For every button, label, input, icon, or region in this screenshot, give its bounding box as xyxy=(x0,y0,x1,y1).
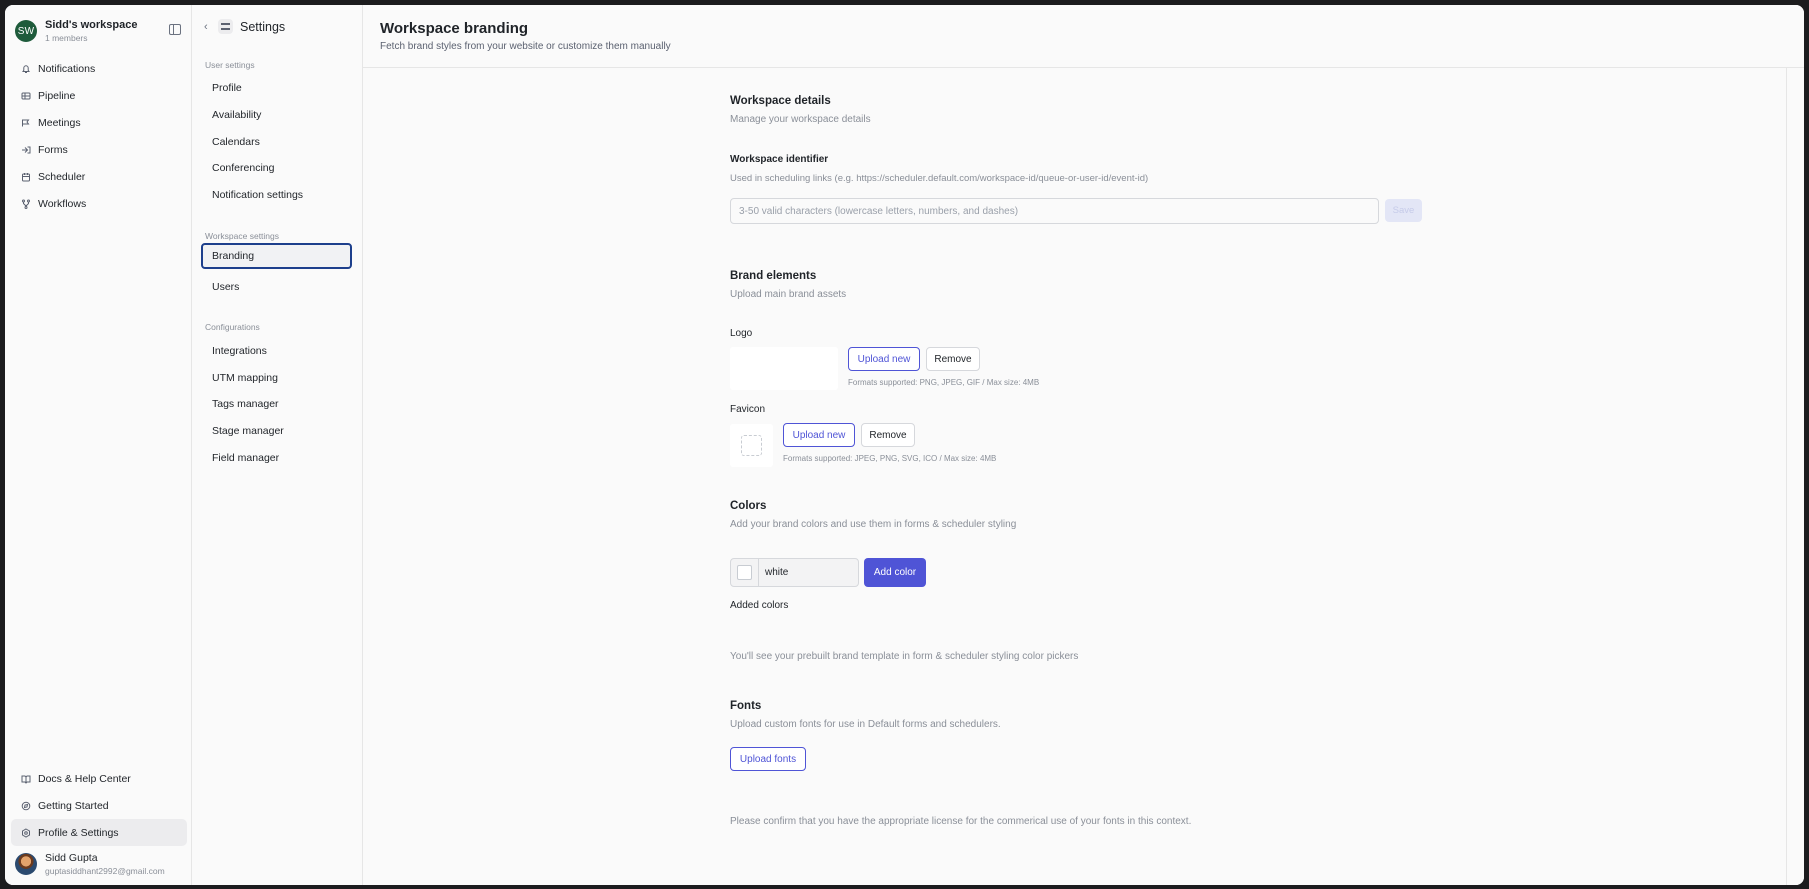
rocket-icon xyxy=(21,801,31,811)
settings-item-stage-manager[interactable]: Stage manager xyxy=(201,418,352,444)
added-colors-label: Added colors xyxy=(730,600,789,611)
logo-formats-hint: Formats supported: PNG, JPEG, GIF / Max … xyxy=(848,378,1040,387)
settings-title: Settings xyxy=(240,19,286,34)
logo-preview xyxy=(730,347,838,390)
workspace-members: 1 members xyxy=(45,33,88,43)
favicon-label: Favicon xyxy=(730,404,766,415)
group-label-workspace-settings: Workspace settings xyxy=(205,231,280,241)
settings-item-availability[interactable]: Availability xyxy=(201,102,352,128)
settings-item-calendars[interactable]: Calendars xyxy=(201,129,352,155)
main-sidebar: SW Sidd's workspace 1 members Notificati… xyxy=(5,5,192,885)
user-profile[interactable]: Sidd Gupta guptasiddhant2992@gmail.com xyxy=(15,852,165,876)
colors-note: You'll see your prebuilt brand template … xyxy=(730,651,1079,662)
pipeline-icon xyxy=(21,91,31,101)
section-subtitle-colors: Add your brand colors and use them in fo… xyxy=(730,519,1017,530)
book-icon xyxy=(21,774,31,784)
workflow-icon xyxy=(21,199,31,209)
nav-item-notifications[interactable]: Notifications xyxy=(11,55,187,82)
identifier-hint: Used in scheduling links (e.g. https://s… xyxy=(730,173,1149,184)
section-subtitle-brand: Upload main brand assets xyxy=(730,289,847,300)
bottom-nav: Docs & Help Center Getting Started Profi… xyxy=(11,765,187,846)
user-name: Sidd Gupta xyxy=(45,852,98,864)
favicon-formats-hint: Formats supported: JPEG, PNG, SVG, ICO /… xyxy=(783,454,997,463)
settings-item-users[interactable]: Users xyxy=(201,274,352,300)
group-label-user-settings: User settings xyxy=(205,60,255,70)
nav-label: Meetings xyxy=(38,116,81,129)
color-value: white xyxy=(765,567,789,578)
settings-icon xyxy=(218,19,233,34)
chevron-left-icon[interactable]: ‹ xyxy=(204,21,214,33)
app-window: SW Sidd's workspace 1 members Notificati… xyxy=(5,5,1804,885)
nav-label: Workflows xyxy=(38,197,87,210)
group-label-configurations: Configurations xyxy=(205,322,260,332)
nav-label: Pipeline xyxy=(38,89,76,102)
forms-icon xyxy=(21,145,31,155)
color-swatch-button[interactable] xyxy=(731,559,759,586)
color-input[interactable]: white xyxy=(730,558,859,587)
add-color-button[interactable]: Add color xyxy=(864,558,926,587)
avatar xyxy=(15,853,37,875)
section-title-fonts: Fonts xyxy=(730,700,762,712)
logo-label: Logo xyxy=(730,328,753,339)
workspace-identifier-input[interactable] xyxy=(730,198,1379,224)
bell-icon xyxy=(21,64,31,74)
settings-item-profile[interactable]: Profile xyxy=(201,75,352,101)
nav-item-pipeline[interactable]: Pipeline xyxy=(11,82,187,109)
identifier-label: Workspace identifier xyxy=(730,154,829,165)
settings-item-field-manager[interactable]: Field manager xyxy=(201,445,352,471)
nav-label: Profile & Settings xyxy=(38,826,119,839)
nav-item-meetings[interactable]: Meetings xyxy=(11,109,187,136)
workspace-name: Sidd's workspace xyxy=(45,19,138,31)
favicon-preview xyxy=(730,424,773,467)
user-email: guptasiddhant2992@gmail.com xyxy=(45,866,165,876)
page-title: Workspace branding xyxy=(380,20,529,37)
upload-fonts-button[interactable]: Upload fonts xyxy=(730,747,806,771)
favicon-upload-button[interactable]: Upload new xyxy=(783,423,855,447)
nav-label: Scheduler xyxy=(38,170,86,183)
section-subtitle-fonts: Upload custom fonts for use in Default f… xyxy=(730,719,1001,730)
page-subtitle: Fetch brand styles from your website or … xyxy=(380,41,671,52)
settings-item-integrations[interactable]: Integrations xyxy=(201,338,352,364)
placeholder-icon xyxy=(741,435,762,456)
meetings-icon xyxy=(21,118,31,128)
color-swatch xyxy=(737,565,752,580)
scrollbar[interactable] xyxy=(1786,68,1787,885)
nav-item-workflows[interactable]: Workflows xyxy=(11,190,187,217)
workspace-avatar: SW xyxy=(15,20,37,42)
settings-item-utm-mapping[interactable]: UTM mapping xyxy=(201,365,352,391)
section-title-colors: Colors xyxy=(730,500,767,512)
section-title-brand: Brand elements xyxy=(730,270,817,282)
section-title-details: Workspace details xyxy=(730,95,831,107)
nav-item-docs[interactable]: Docs & Help Center xyxy=(11,765,187,792)
page-header: Workspace branding Fetch brand styles fr… xyxy=(363,5,1804,68)
workspace-switcher[interactable]: SW Sidd's workspace 1 members xyxy=(15,16,185,46)
logo-remove-button[interactable]: Remove xyxy=(926,347,980,371)
nav-label: Forms xyxy=(38,143,68,156)
main-content: Workspace branding Fetch brand styles fr… xyxy=(363,5,1804,885)
nav-label: Getting Started xyxy=(38,799,109,812)
settings-item-tags-manager[interactable]: Tags manager xyxy=(201,391,352,417)
logo-upload-button[interactable]: Upload new xyxy=(848,347,920,371)
sidebar-collapse-icon[interactable] xyxy=(169,24,181,35)
settings-item-conferencing[interactable]: Conferencing xyxy=(201,155,352,181)
favicon-remove-button[interactable]: Remove xyxy=(861,423,915,447)
settings-item-branding[interactable]: Branding xyxy=(201,243,352,269)
nav-item-profile-settings[interactable]: Profile & Settings xyxy=(11,819,187,846)
nav-label: Docs & Help Center xyxy=(38,772,131,785)
settings-item-notification-settings[interactable]: Notification settings xyxy=(201,182,352,208)
settings-sidebar: ‹ Settings User settings Profile Availab… xyxy=(192,5,363,885)
section-subtitle-details: Manage your workspace details xyxy=(730,114,871,125)
font-license-note: Please confirm that you have the appropr… xyxy=(730,816,1192,827)
nav-item-getting-started[interactable]: Getting Started xyxy=(11,792,187,819)
nav-label: Notifications xyxy=(38,62,96,75)
settings-header: ‹ Settings xyxy=(204,19,285,34)
save-button[interactable]: Save xyxy=(1385,199,1422,222)
nav-item-scheduler[interactable]: Scheduler xyxy=(11,163,187,190)
main-nav: Notifications Pipeline Meetings Forms Sc… xyxy=(11,55,187,217)
hexagon-icon xyxy=(21,827,31,838)
calendar-icon xyxy=(21,172,31,182)
nav-item-forms[interactable]: Forms xyxy=(11,136,187,163)
